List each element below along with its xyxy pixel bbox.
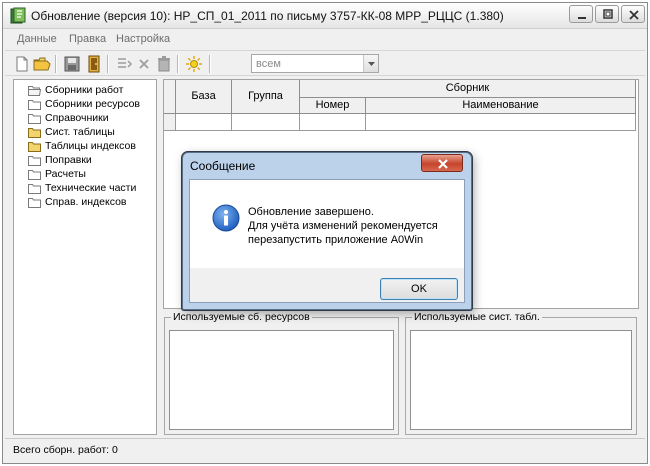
close-icon xyxy=(438,159,448,169)
dialog-message-line-1: Обновление завершено. xyxy=(248,206,374,218)
chevron-down-icon xyxy=(368,62,375,66)
dialog-body: Обновление завершено. Для учёта изменени… xyxy=(189,179,465,303)
folder-open-icon xyxy=(28,86,41,96)
menu-settings[interactable]: Настройка xyxy=(116,33,170,45)
restore-icon xyxy=(603,9,613,19)
filter-combo[interactable]: всем xyxy=(251,54,379,73)
toolbar-separator xyxy=(209,55,211,73)
grid-cell[interactable] xyxy=(232,114,300,131)
status-text: Всего сборн. работ: 0 xyxy=(13,444,118,456)
grid-cell[interactable] xyxy=(176,114,232,131)
toolbar-separator xyxy=(55,55,57,73)
new-icon[interactable] xyxy=(13,55,31,73)
close-icon xyxy=(629,10,639,20)
menu-edit[interactable]: Правка xyxy=(69,33,106,45)
delete-x-icon[interactable] xyxy=(135,55,153,73)
used-system-tables-legend: Используемые сист. табл. xyxy=(412,311,542,323)
info-icon xyxy=(212,204,240,232)
minimize-icon xyxy=(578,17,586,19)
toolbar: всем xyxy=(5,50,645,76)
used-resource-collections-list[interactable] xyxy=(169,330,394,430)
title-bar[interactable]: Обновление (версия 10): НР_СП_01_2011 по… xyxy=(3,3,647,29)
exit-door-icon[interactable] xyxy=(85,55,103,73)
folder-icon xyxy=(28,198,41,208)
grid-cell[interactable] xyxy=(366,114,636,131)
dialog-close-button[interactable] xyxy=(421,154,463,172)
folder-icon xyxy=(28,114,41,124)
column-header-number[interactable]: Номер xyxy=(300,98,366,114)
minimize-button[interactable] xyxy=(569,5,593,23)
dialog-title: Сообщение xyxy=(190,159,256,173)
trash-icon[interactable] xyxy=(155,55,173,73)
row-indicator[interactable] xyxy=(164,114,176,131)
maximize-button[interactable] xyxy=(595,5,619,23)
window-title: Обновление (версия 10): НР_СП_01_2011 по… xyxy=(31,9,504,23)
app-icon xyxy=(10,7,26,24)
row-indicator-header xyxy=(164,80,176,114)
used-resource-collections-legend: Используемые сб. ресурсов xyxy=(171,311,312,323)
used-system-tables-group: Используемые сист. табл. xyxy=(405,311,637,435)
toolbar-separator xyxy=(107,55,109,73)
category-tree[interactable]: Сборники работ Сборники ресурсов Справоч… xyxy=(13,79,157,435)
column-header-base[interactable]: База xyxy=(176,80,232,114)
insert-row-icon[interactable] xyxy=(115,55,133,73)
folder-yellow-icon xyxy=(28,128,41,138)
ok-button[interactable]: OK xyxy=(380,278,458,300)
save-icon[interactable] xyxy=(63,55,81,73)
folder-yellow-icon xyxy=(28,142,41,152)
used-system-tables-list[interactable] xyxy=(410,330,632,430)
folder-icon xyxy=(28,170,41,180)
close-window-button[interactable] xyxy=(621,5,645,23)
status-bar: Всего сборн. работ: 0 xyxy=(5,438,645,458)
column-header-collection[interactable]: Сборник xyxy=(300,80,636,98)
toolbar-separator xyxy=(177,55,179,73)
column-header-name[interactable]: Наименование xyxy=(366,98,636,114)
dialog-message-line-2: Для учёта изменений рекомендуется xyxy=(248,220,438,232)
dialog-message-line-3: перезапустить приложение A0Win xyxy=(248,234,424,246)
open-folder-icon[interactable] xyxy=(33,55,51,73)
folder-icon xyxy=(28,184,41,194)
used-resource-collections-group: Используемые сб. ресурсов xyxy=(164,311,399,435)
sun-icon[interactable] xyxy=(185,55,203,73)
folder-icon xyxy=(28,156,41,166)
folder-icon xyxy=(28,100,41,110)
filter-combo-value: всем xyxy=(256,58,281,70)
menu-data[interactable]: Данные xyxy=(17,33,57,45)
message-dialog: Сообщение Обновление завершено. Для учёт… xyxy=(182,152,472,310)
grid-cell[interactable] xyxy=(300,114,366,131)
dialog-message-area: Обновление завершено. Для учёта изменени… xyxy=(190,180,464,268)
column-header-group[interactable]: Группа xyxy=(232,80,300,114)
menu-bar: Данные Правка Настройка xyxy=(3,30,647,48)
filter-combo-button[interactable] xyxy=(363,55,378,72)
